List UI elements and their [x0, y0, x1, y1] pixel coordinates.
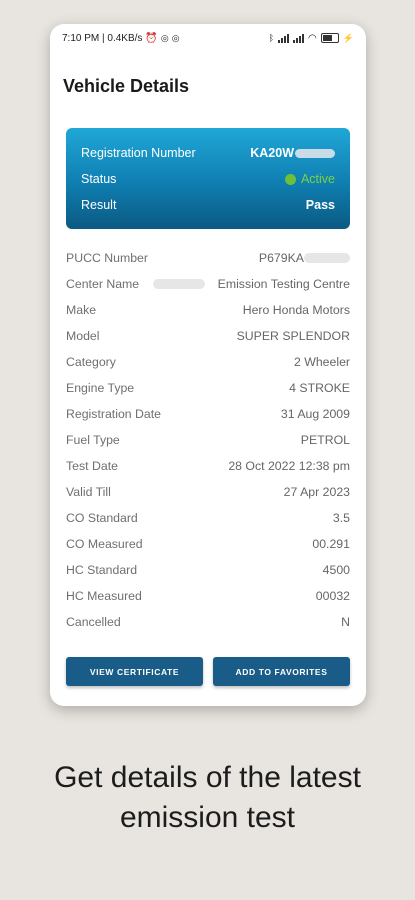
- center-label-wrap: Center Name: [66, 277, 206, 291]
- hc-measured-label: HC Measured: [66, 589, 142, 603]
- detail-row: Fuel Type PETROL: [66, 427, 350, 453]
- caption-line-2: emission test: [119, 801, 296, 834]
- phone-screen: 7:10 PM | 0.4KB/s ⏰ ◎ ◎ ᛒ ◠ ⚡ Vehicle De…: [50, 24, 366, 706]
- testdate-label: Test Date: [66, 459, 118, 473]
- hc-standard-value: 4500: [322, 563, 350, 577]
- wifi-icon: ◠: [308, 32, 317, 44]
- signal-icon: [278, 33, 290, 43]
- status-value: Active: [284, 172, 335, 186]
- hc-measured-value: 00032: [315, 589, 350, 603]
- notification-icon: ◎: [160, 32, 169, 43]
- summary-card: Registration Number KA20W Status Active …: [66, 128, 350, 229]
- co-measured-value: 00.291: [312, 537, 350, 551]
- pucc-value: P679KA: [259, 251, 350, 265]
- result-value: Pass: [305, 198, 335, 212]
- regdate-value: 31 Aug 2009: [280, 407, 350, 421]
- redacted-mask: [153, 279, 206, 289]
- alarm-icon: ⏰: [145, 32, 158, 44]
- detail-row: Model SUPER SPLENDOR: [66, 323, 350, 349]
- co-measured-label: CO Measured: [66, 537, 143, 551]
- cancelled-label: Cancelled: [66, 615, 121, 629]
- valid-label: Valid Till: [66, 485, 111, 499]
- redacted-mask: [304, 253, 350, 263]
- registration-number: KA20W: [250, 146, 294, 160]
- detail-row: Engine Type 4 STROKE: [66, 375, 350, 401]
- detail-row: Test Date 28 Oct 2022 12:38 pm: [66, 453, 350, 479]
- make-value: Hero Honda Motors: [242, 303, 350, 317]
- charging-icon: ⚡: [342, 32, 354, 43]
- detail-row: Valid Till 27 Apr 2023: [66, 479, 350, 505]
- result-row: Result Pass: [81, 196, 335, 214]
- model-label: Model: [66, 329, 100, 343]
- detail-row: PUCC Number P679KA: [66, 245, 350, 271]
- regdate-label: Registration Date: [66, 407, 162, 421]
- detail-row: Registration Date 31 Aug 2009: [66, 401, 350, 427]
- signal-icon-2: [293, 33, 305, 43]
- center-value: Emission Testing Centre: [217, 277, 350, 291]
- model-value: SUPER SPLENDOR: [236, 329, 350, 343]
- redacted-mask: [295, 148, 335, 158]
- detail-row: HC Standard 4500: [66, 557, 350, 583]
- fuel-value: PETROL: [300, 433, 350, 447]
- notification-icon-2: ◎: [171, 32, 180, 43]
- detail-row: Make Hero Honda Motors: [66, 297, 350, 323]
- category-value: 2 Wheeler: [293, 355, 350, 369]
- view-certificate-button[interactable]: VIEW CERTIFICATE: [66, 657, 203, 686]
- promo-caption: Get details of the latest emission test: [0, 758, 415, 838]
- bluetooth-icon: ᛒ: [268, 33, 275, 43]
- detail-row: Center Name Emission Testing Centre: [66, 271, 350, 297]
- hc-standard-label: HC Standard: [66, 563, 138, 577]
- co-standard-value: 3.5: [332, 511, 350, 525]
- make-label: Make: [66, 303, 97, 317]
- active-dot-icon: [284, 173, 296, 185]
- detail-row: Category 2 Wheeler: [66, 349, 350, 375]
- valid-value: 27 Apr 2023: [283, 485, 350, 499]
- engine-label: Engine Type: [66, 381, 135, 395]
- detail-row: Cancelled N: [66, 609, 350, 635]
- caption-line-1: Get details of the latest: [54, 761, 361, 794]
- detail-row: HC Measured 00032: [66, 583, 350, 609]
- detail-row: CO Measured 00.291: [66, 531, 350, 557]
- add-to-favorites-button[interactable]: ADD TO FAVORITES: [213, 657, 350, 686]
- engine-value: 4 STROKE: [289, 381, 350, 395]
- status-bar: 7:10 PM | 0.4KB/s ⏰ ◎ ◎ ᛒ ◠ ⚡: [50, 24, 366, 52]
- pucc-label: PUCC Number: [66, 251, 148, 265]
- registration-value: KA20W: [250, 146, 335, 160]
- result-label: Result: [81, 198, 117, 212]
- detail-row: CO Standard 3.5: [66, 505, 350, 531]
- co-standard-label: CO Standard: [66, 511, 138, 525]
- category-label: Category: [66, 355, 116, 369]
- status-label: Status: [81, 172, 117, 186]
- cancelled-value: N: [341, 615, 350, 629]
- status-text: Active: [300, 172, 335, 186]
- fuel-label: Fuel Type: [66, 433, 120, 447]
- pucc-number: P679KA: [258, 251, 304, 265]
- details-list: PUCC Number P679KA Center Name Emission …: [66, 245, 350, 635]
- status-time: 7:10 PM | 0.4KB/s: [62, 32, 143, 44]
- status-row: Status Active: [81, 170, 335, 188]
- page-title: Vehicle Details: [63, 76, 190, 96]
- registration-row: Registration Number KA20W: [81, 144, 335, 162]
- testdate-value: 28 Oct 2022 12:38 pm: [228, 459, 350, 473]
- action-buttons: VIEW CERTIFICATE ADD TO FAVORITES: [66, 657, 350, 686]
- registration-label: Registration Number: [81, 146, 196, 160]
- battery-icon: [320, 33, 339, 43]
- center-label: Center Name: [66, 277, 140, 291]
